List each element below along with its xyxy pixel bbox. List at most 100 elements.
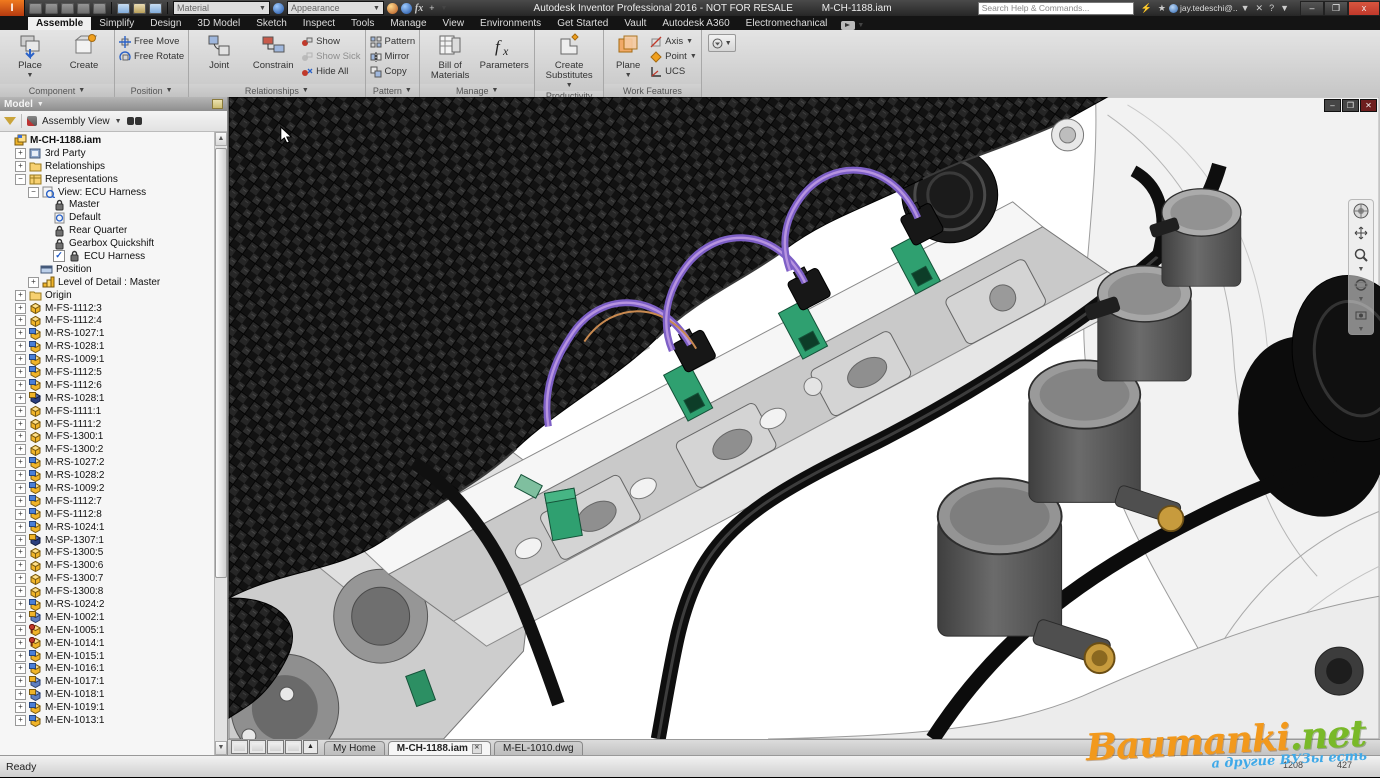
bom-button[interactable]: Bill of Materials — [424, 32, 476, 81]
tree-item[interactable]: +M-RS-1009:2 — [0, 482, 214, 495]
navigation-wheel-icon[interactable] — [1352, 202, 1370, 220]
doc-close-button[interactable]: ✕ — [1360, 99, 1377, 112]
tree-expander-icon[interactable]: + — [15, 380, 26, 391]
tab-list-icon[interactable]: ▲ — [303, 740, 318, 754]
tree-item[interactable]: +M-RS-1027:2 — [0, 456, 214, 469]
pan-icon[interactable] — [1352, 224, 1370, 242]
signin-user[interactable]: jay.tedeschi@.. — [1180, 3, 1238, 13]
tree-item[interactable]: +M-FS-1112:8 — [0, 508, 214, 521]
app-logo[interactable]: I — [0, 0, 25, 16]
screenshot-icon[interactable] — [133, 3, 146, 14]
tree-item[interactable]: +M-RS-1028:2 — [0, 469, 214, 482]
arrange-horizontal-icon[interactable] — [267, 740, 284, 754]
exchange-apps-icon[interactable]: ✕ — [1256, 3, 1264, 14]
tree-item[interactable]: +3rd Party — [0, 147, 214, 160]
group-label-position[interactable]: Position ▼ — [115, 84, 188, 97]
user-menu-chevron-icon[interactable]: ▼ — [1241, 3, 1250, 13]
tree-item[interactable]: +M-EN-1015:1 — [0, 650, 214, 663]
tab-3d-model[interactable]: 3D Model — [189, 17, 248, 30]
tree-item[interactable]: +M-SP-1307:1 — [0, 534, 214, 547]
tile-windows-icon[interactable] — [249, 740, 266, 754]
browser-header[interactable]: Model ▼ — [0, 97, 227, 111]
search-binoculars-icon[interactable] — [127, 117, 142, 125]
place-button[interactable]: Place ▼ — [4, 32, 56, 81]
navbar-customize-chevron-icon[interactable]: ▼ — [1358, 328, 1365, 332]
arrange-vertical-icon[interactable] — [285, 740, 302, 754]
tab-sketch[interactable]: Sketch — [248, 17, 295, 30]
group-label-pattern[interactable]: Pattern ▼ — [366, 84, 420, 97]
tree-item[interactable]: +M-FS-1300:8 — [0, 585, 214, 598]
tree-item[interactable]: Position — [0, 263, 214, 276]
tree-item[interactable]: −Representations — [0, 173, 214, 186]
tree-item[interactable]: +M-FS-1300:7 — [0, 572, 214, 585]
group-label-relationships[interactable]: Relationships ▼ — [189, 84, 364, 97]
tree-expander-icon[interactable]: + — [15, 393, 26, 404]
home-icon[interactable] — [117, 3, 130, 14]
group-label-component[interactable]: Component ▼ — [0, 84, 114, 97]
tree-item[interactable]: ✓ECU Harness — [0, 250, 214, 263]
tree-item[interactable]: +M-RS-1024:2 — [0, 598, 214, 611]
appearance-combo[interactable]: Appearance ▼ — [287, 1, 384, 15]
free-rotate-button[interactable]: Free Rotate — [119, 50, 184, 63]
tree-item[interactable]: +Origin — [0, 289, 214, 302]
tree-expander-icon[interactable]: + — [15, 663, 26, 674]
tree-item[interactable]: +M-FS-1111:2 — [0, 418, 214, 431]
help-chevron-icon[interactable]: ▼ — [1280, 3, 1289, 13]
plane-button[interactable]: Plane ▼ — [608, 32, 648, 81]
tree-item[interactable]: +M-EN-1016:1 — [0, 663, 214, 676]
tree-item[interactable]: Default — [0, 211, 214, 224]
tree-expander-icon[interactable]: + — [15, 651, 26, 662]
tree-item[interactable]: +M-EN-1014:1 — [0, 637, 214, 650]
tree-item[interactable]: Gearbox Quickshift — [0, 237, 214, 250]
tree-item[interactable]: +M-FS-1300:2 — [0, 443, 214, 456]
tree-expander-icon[interactable]: + — [15, 328, 26, 339]
tree-expander-icon[interactable]: + — [15, 444, 26, 455]
tree-item[interactable]: +M-FS-1300:6 — [0, 559, 214, 572]
create-substitutes-button[interactable]: Create Substitutes ▼ — [539, 32, 599, 91]
doc-restore-button[interactable]: ❐ — [1342, 99, 1359, 112]
tree-expander-icon[interactable]: + — [15, 702, 26, 713]
joint-button[interactable]: Joint — [193, 32, 245, 71]
tree-item[interactable]: Rear Quarter — [0, 224, 214, 237]
constrain-button[interactable]: Constrain — [247, 32, 299, 71]
browser-scrollbar[interactable]: ▲ ▼ — [214, 132, 227, 755]
orbit-icon[interactable] — [1352, 276, 1370, 294]
tree-expander-icon[interactable]: + — [15, 148, 26, 159]
tree-item[interactable]: +Relationships — [0, 160, 214, 173]
ucs-button[interactable]: UCS — [650, 65, 697, 78]
tab-autodesk-a360[interactable]: Autodesk A360 — [654, 17, 737, 30]
save-icon[interactable] — [61, 3, 74, 14]
hide-all-button[interactable]: Hide All — [301, 65, 360, 78]
tree-expander-icon[interactable]: + — [15, 406, 26, 417]
tree-item[interactable]: +M-FS-1300:1 — [0, 430, 214, 443]
doc-minimize-button[interactable]: – — [1324, 99, 1341, 112]
orbit-flyout-chevron-icon[interactable]: ▼ — [1358, 298, 1365, 302]
tree-item[interactable]: +M-RS-1024:1 — [0, 521, 214, 534]
restore-button[interactable]: ❐ — [1324, 1, 1348, 16]
tree-expander-icon[interactable]: + — [15, 161, 26, 172]
tree-item[interactable]: +M-RS-1027:1 — [0, 327, 214, 340]
tree-item[interactable]: +M-FS-1111:1 — [0, 405, 214, 418]
tree-item[interactable]: +M-FS-1112:5 — [0, 366, 214, 379]
tree-expander-icon[interactable]: + — [15, 522, 26, 533]
tree-item[interactable]: +M-RS-1028:1 — [0, 392, 214, 405]
assembly-view-selector[interactable]: Assembly View — [42, 116, 110, 127]
tab-inspect[interactable]: Inspect — [295, 17, 343, 30]
tree-expander-icon[interactable]: + — [15, 470, 26, 481]
tab-view[interactable]: View — [435, 17, 473, 30]
zoom-icon[interactable] — [1352, 246, 1370, 264]
undo-icon[interactable] — [77, 3, 90, 14]
tree-expander-icon[interactable]: + — [15, 303, 26, 314]
redo-icon[interactable] — [93, 3, 106, 14]
tree-item[interactable]: +M-EN-1013:1 — [0, 714, 214, 727]
chevron-down-icon[interactable]: ▼ — [115, 118, 122, 125]
tab-assemble[interactable]: Assemble — [28, 17, 91, 30]
tree-expander-icon[interactable]: + — [15, 354, 26, 365]
tree-item[interactable]: +M-FS-1112:3 — [0, 302, 214, 315]
material-browser-icon[interactable] — [273, 3, 284, 14]
scroll-up-icon[interactable]: ▲ — [215, 132, 227, 146]
tree-item[interactable]: +M-FS-1112:7 — [0, 495, 214, 508]
tree-expander-icon[interactable]: + — [28, 277, 39, 288]
tree-item[interactable]: +M-EN-1019:1 — [0, 701, 214, 714]
new-file-icon[interactable] — [29, 3, 42, 14]
